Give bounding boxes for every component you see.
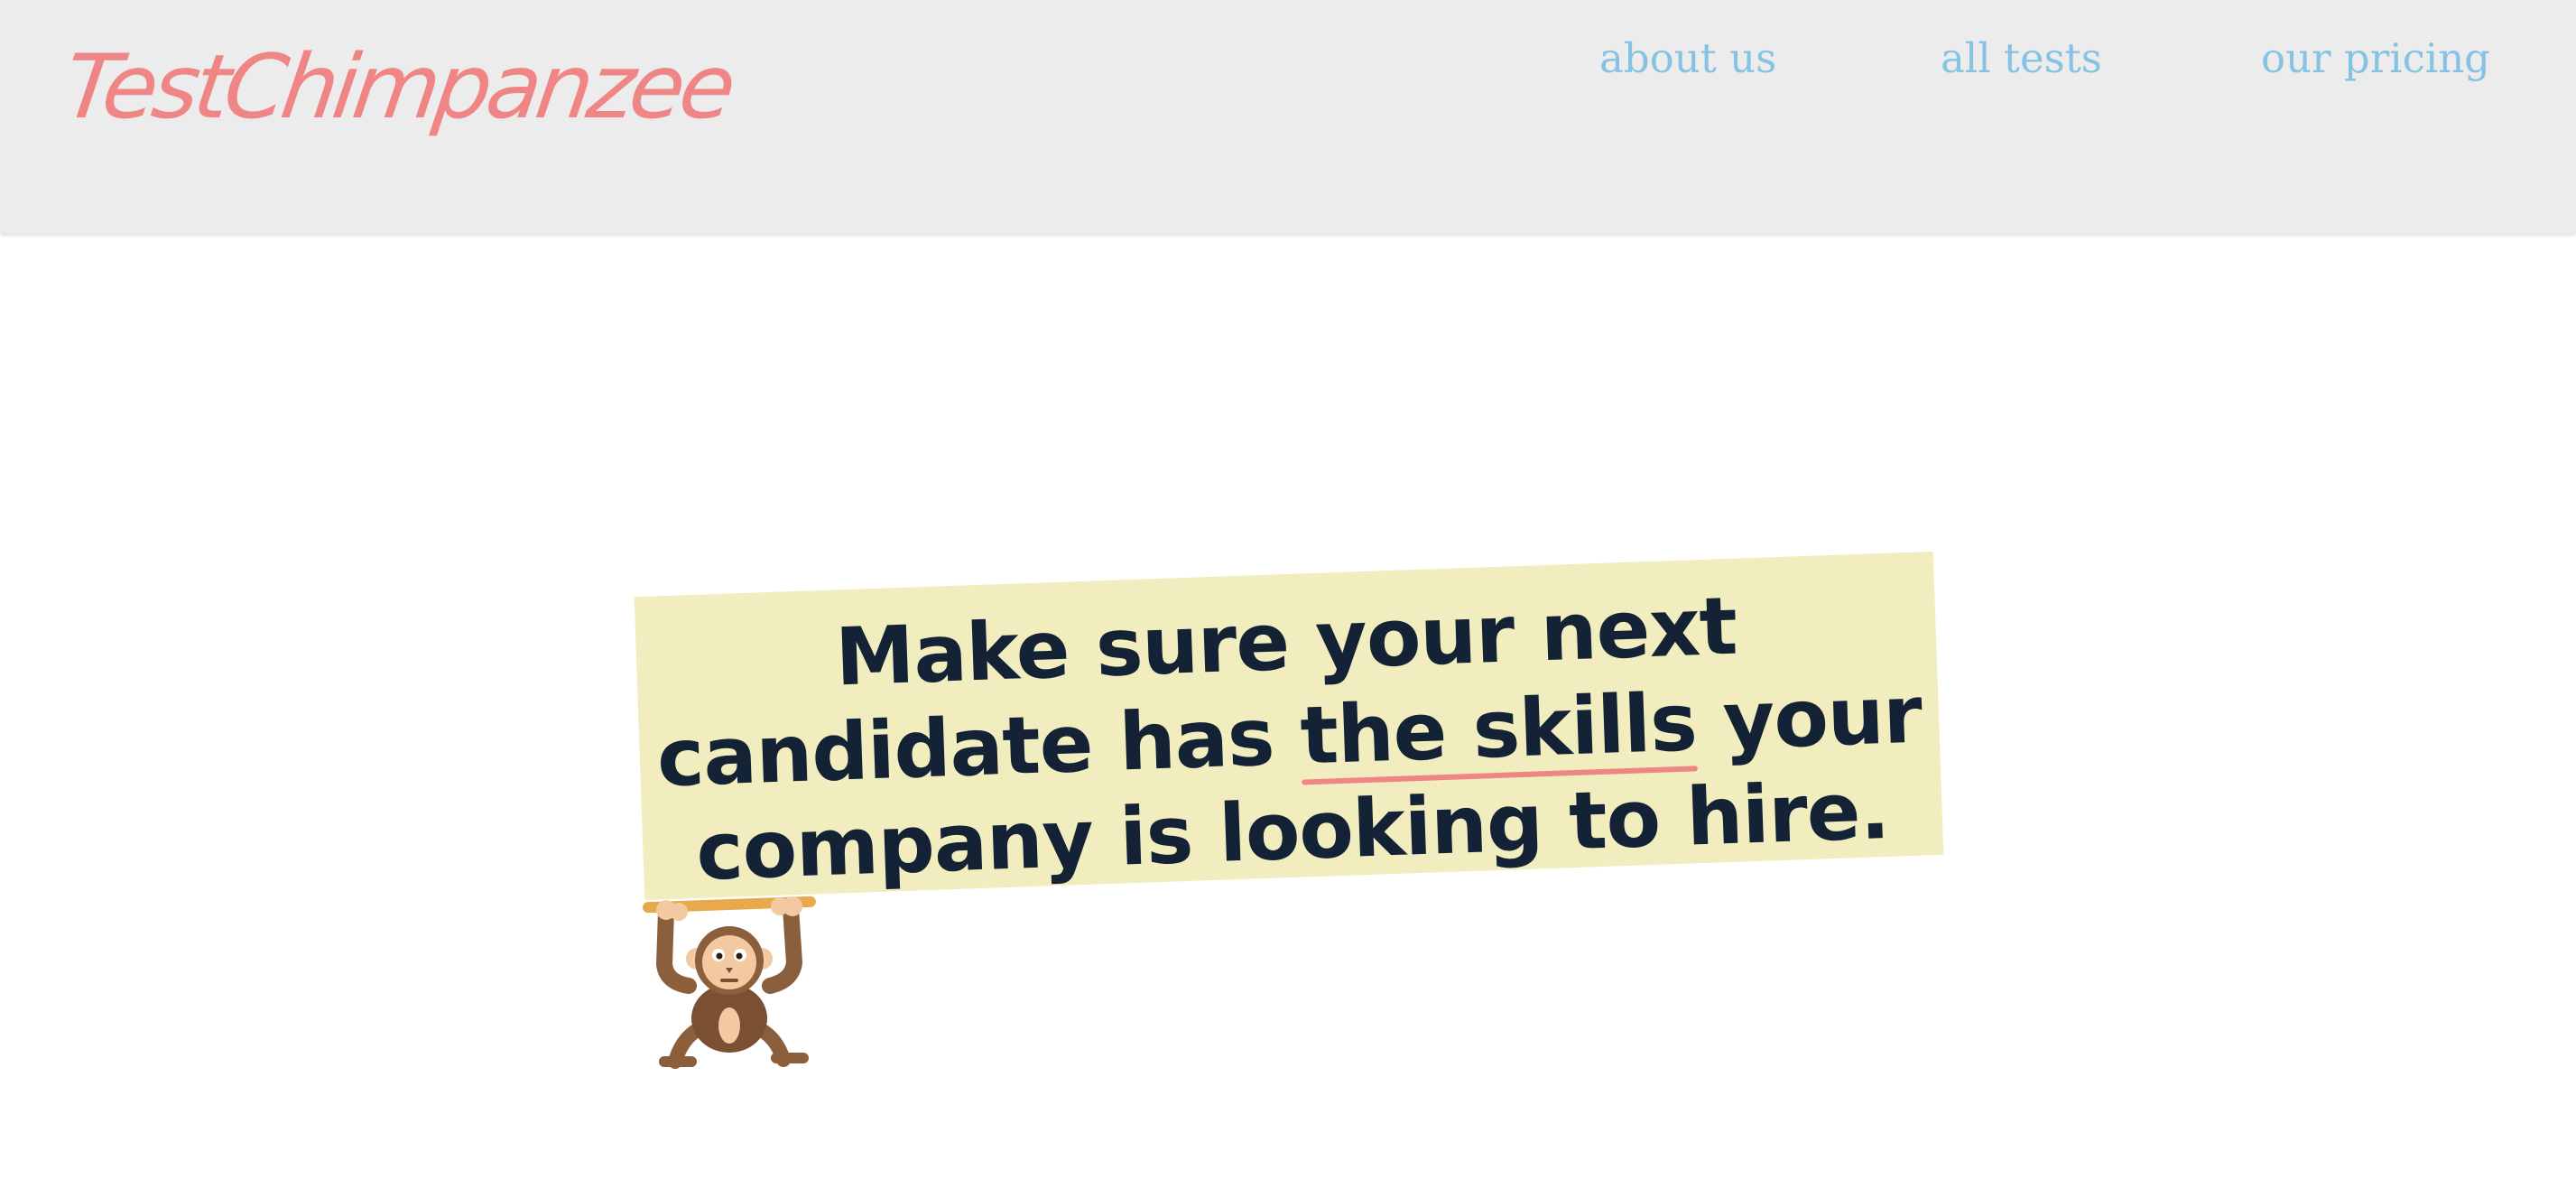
nav-link-about-us[interactable]: about us: [1599, 34, 1776, 82]
headline-highlight: the skills: [1299, 675, 1699, 783]
site-header: TestChimpanzee about us all tests our pr…: [0, 0, 2576, 233]
nav-link-all-tests[interactable]: all tests: [1941, 34, 2102, 82]
hanging-monkey-icon: [639, 892, 820, 1072]
hero-headline: Make sure your next candidate has the sk…: [635, 571, 1943, 901]
hero-sign: Make sure your next candidate has the sk…: [634, 551, 1944, 901]
site-logo[interactable]: TestChimpanzee: [58, 36, 737, 139]
nav-link-our-pricing[interactable]: our pricing: [2261, 34, 2490, 82]
